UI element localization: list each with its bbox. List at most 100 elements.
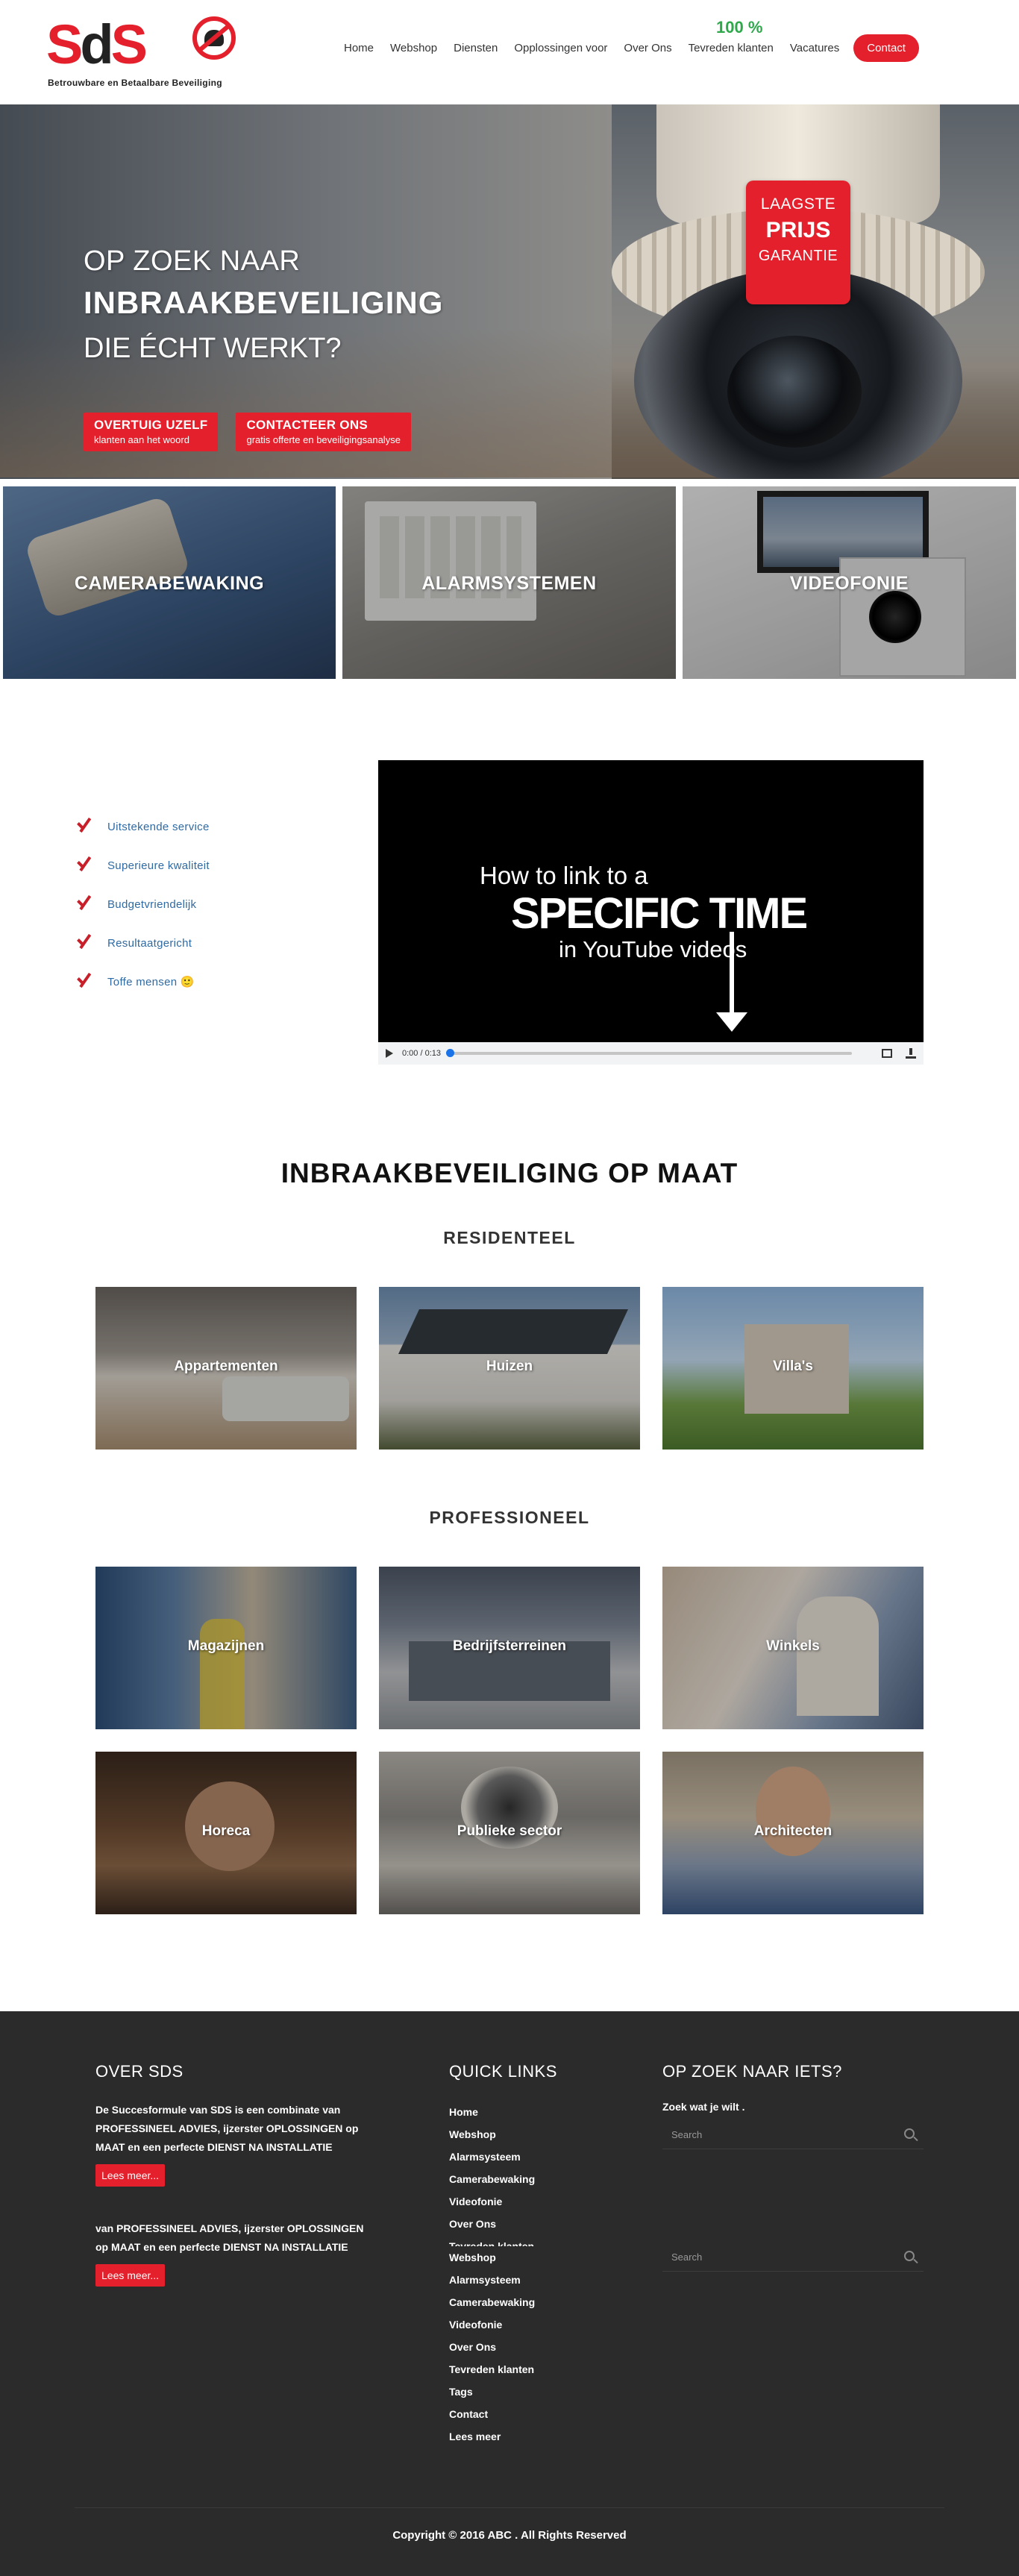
footer-link[interactable]: Videofonie (449, 2190, 613, 2213)
tile-architecten[interactable]: Architecten (662, 1752, 924, 1914)
tile-horeca[interactable]: Horeca (95, 1752, 357, 1914)
nav-vacatures[interactable]: Vacatures (790, 42, 839, 54)
footer-link[interactable]: Over Ons (449, 2336, 613, 2358)
search-icon[interactable] (904, 2128, 915, 2139)
search-input-2[interactable]: Search (662, 2242, 924, 2272)
video-player[interactable]: How to link to a SPECIFIC TIME in YouTub… (378, 760, 924, 1065)
footer-link[interactable]: Contact (449, 2403, 613, 2425)
tile-huizen[interactable]: Huizen (379, 1287, 640, 1450)
list-item: Budgetvriendelijk (75, 885, 210, 924)
category-camerabewaking[interactable]: CAMERABEWAKING (3, 486, 336, 679)
category-videofonie[interactable]: VIDEOFONIE (683, 486, 1016, 679)
footer-link[interactable]: Alarmsysteem (449, 2269, 613, 2291)
footer-about-title: OVER SDS (95, 2062, 184, 2081)
read-more-button[interactable]: Lees meer... (95, 2264, 166, 2287)
footer-link[interactable]: Tags (449, 2381, 613, 2403)
site-footer: OVER SDS De Succesformule van SDS is een… (0, 2011, 1019, 2576)
burglar-icon (192, 16, 236, 60)
hero-banner: OP ZOEK NAAR INBRAAKBEVEILIGING DIE ÉCHT… (0, 104, 1019, 479)
contact-button[interactable]: Contact (853, 34, 919, 62)
nav-webshop[interactable]: Webshop (390, 42, 437, 54)
checkmark-icon (75, 971, 98, 993)
play-icon[interactable] (386, 1049, 393, 1058)
download-icon[interactable] (906, 1048, 916, 1059)
tile-label: Villa's (773, 1358, 813, 1374)
hero-line-3: DIE ÉCHT WERKT? (84, 333, 342, 364)
button-subtitle: klanten aan het woord (94, 434, 189, 445)
nav-tevreden-klanten[interactable]: Tevreden klanten (689, 42, 774, 54)
feature-label: Budgetvriendelijk (107, 897, 197, 911)
tile-label: Publieke sector (457, 1823, 562, 1839)
checkmark-icon (75, 854, 98, 877)
site-logo[interactable]: SdS Betrouwbare en Betaalbare Beveiligin… (46, 13, 236, 90)
fullscreen-icon[interactable] (882, 1049, 892, 1058)
search-placeholder: Search (671, 2129, 703, 2140)
copyright-text: Copyright © 2016 ABC . All Rights Reserv… (392, 2529, 627, 2542)
tile-label: Winkels (766, 1638, 820, 1654)
nav-home[interactable]: Home (344, 42, 374, 54)
quick-links-list: Home Webshop Alarmsysteem Camerabewaking… (449, 2101, 613, 2246)
hero-line-1: OP ZOEK NAAR (84, 245, 301, 277)
feature-label: Superieure kwaliteit (107, 859, 210, 872)
footer-link[interactable]: Lees meer (449, 2425, 613, 2448)
category-label: ALARMSYSTEMEN (421, 573, 597, 594)
badge-line-2: PRIJS (765, 218, 831, 242)
progress-knob[interactable] (446, 1049, 454, 1057)
tile-appartementen[interactable]: Appartementen (95, 1287, 357, 1450)
footer-link[interactable]: Videofonie (449, 2313, 613, 2336)
section-title: INBRAAKBEVEILIGING OP MAAT (280, 1158, 739, 1188)
button-subtitle: gratis offerte en beveiligingsanalyse (246, 434, 401, 445)
video-controls: 0:00 / 0:13 (378, 1042, 924, 1065)
footer-link[interactable]: Alarmsysteem (449, 2146, 613, 2168)
nav-diensten[interactable]: Diensten (454, 42, 498, 54)
nav-oplossingen[interactable]: Opplossingen voor (514, 42, 607, 54)
category-label: CAMERABEWAKING (74, 573, 265, 594)
video-title-line-3: in YouTube videos (559, 936, 747, 962)
footer-link[interactable]: Tevreden klanten (449, 2358, 613, 2381)
logo-wordmark: SdS (46, 13, 148, 75)
button-title: CONTACTEER ONS (246, 418, 369, 432)
feature-label: Uitstekende service (107, 820, 210, 833)
tile-winkels[interactable]: Winkels (662, 1567, 924, 1729)
footer-about-text-2: van PROFESSINEEL ADVIES, ijzerster OPLOS… (95, 2222, 364, 2253)
search-placeholder: Search (671, 2251, 703, 2263)
search-icon[interactable] (904, 2251, 915, 2261)
checkmark-icon (75, 815, 98, 838)
footer-search-text: Zoek wat je wilt . (662, 2101, 745, 2113)
footer-link[interactable]: Over Ons (449, 2213, 613, 2235)
footer-quick-links: QUICK LINKS Home Webshop Alarmsysteem Ca… (449, 2062, 613, 2448)
tile-villas[interactable]: Villa's (662, 1287, 924, 1450)
list-item: Superieure kwaliteit (75, 846, 210, 885)
footer-links-title: QUICK LINKS (449, 2062, 557, 2081)
video-progress-bar[interactable] (446, 1049, 852, 1057)
main-nav: Home Webshop Diensten Opplossingen voor … (336, 34, 927, 62)
hero-headline: OP ZOEK NAAR INBRAAKBEVEILIGING DIE ÉCHT… (84, 242, 443, 371)
category-alarmsystemen[interactable]: ALARMSYSTEMEN (342, 486, 676, 679)
tile-label: Bedrijfsterreinen (452, 1638, 567, 1654)
feature-list: Uitstekende service Superieure kwaliteit… (75, 807, 210, 1001)
footer-link[interactable]: Webshop (449, 2123, 613, 2146)
read-more-button[interactable]: Lees meer... (95, 2164, 166, 2187)
tile-magazijnen[interactable]: Magazijnen (95, 1567, 357, 1729)
category-label: VIDEOFONIE (789, 573, 909, 594)
hero-buttons: OVERTUIG UZELF klanten aan het woord CON… (84, 413, 411, 451)
footer-link[interactable]: Home (449, 2101, 613, 2123)
tile-label: Appartementen (174, 1358, 278, 1374)
search-input[interactable]: Search (662, 2119, 924, 2149)
video-title-line-2: SPECIFIC TIME (511, 889, 808, 938)
overtuig-uzelf-button[interactable]: OVERTUIG UZELF klanten aan het woord (84, 413, 219, 451)
logo-tagline: Betrouwbare en Betaalbare Beveiliging (48, 78, 222, 88)
contacteer-ons-button[interactable]: CONTACTEER ONS gratis offerte en beveili… (236, 413, 411, 451)
footer-link[interactable]: Webshop (449, 2246, 613, 2269)
nav-over-ons[interactable]: Over Ons (624, 42, 671, 54)
footer-link[interactable]: Tevreden klanten (449, 2235, 613, 2246)
checkmark-icon (75, 932, 98, 954)
video-title-line-1: How to link to a (480, 862, 648, 889)
tile-bedrijfsterreinen[interactable]: Bedrijfsterreinen (379, 1567, 640, 1729)
footer-link[interactable]: Camerabewaking (449, 2291, 613, 2313)
checkmark-icon (75, 893, 98, 915)
footer-link[interactable]: Camerabewaking (449, 2168, 613, 2190)
tile-publieke-sector[interactable]: Publieke sector (379, 1752, 640, 1914)
list-item: Toffe mensen 🙂 (75, 962, 210, 1001)
footer-search-title: OP ZOEK NAAR IETS? (662, 2062, 842, 2081)
